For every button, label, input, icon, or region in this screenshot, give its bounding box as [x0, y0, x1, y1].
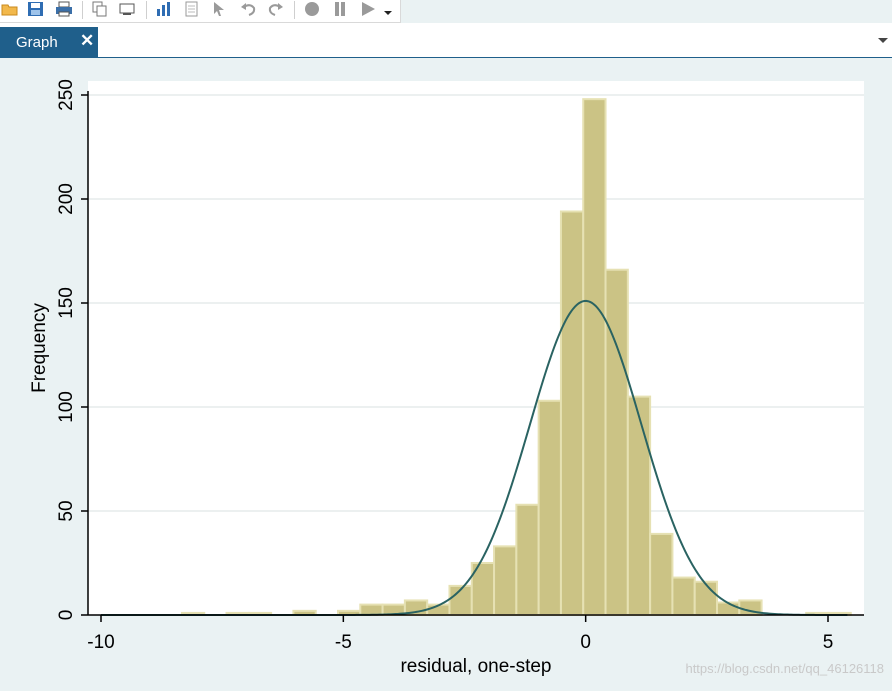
pointer-icon[interactable] [210, 0, 230, 18]
tab-label: Graph [16, 34, 58, 51]
histogram-bar-14 [559, 210, 585, 616]
histogram-bar-15 [582, 98, 607, 617]
y-tick-label-1: 50 [56, 500, 77, 521]
histogram-bar-20 [693, 580, 719, 616]
y-axis-title: Frequency [29, 303, 50, 393]
histogram-bar-12 [515, 503, 540, 617]
histogram-bar-17 [626, 395, 652, 616]
save-icon[interactable] [26, 0, 46, 18]
graph-editor-icon[interactable] [154, 0, 174, 18]
pause-icon[interactable] [330, 0, 350, 18]
print-icon[interactable] [54, 0, 74, 18]
histogram-bar-19 [671, 576, 696, 616]
y-tick-label-0: 0 [56, 610, 77, 621]
y-tick-label-3: 150 [56, 287, 77, 319]
graph-area: 0 50 100 150 200 250 -10 -5 0 5 residual, one-step… [0, 58, 892, 686]
x-axis-title: residual, one-step [400, 656, 551, 677]
open-icon[interactable] [0, 0, 20, 18]
histogram-bar-21 [716, 601, 741, 617]
plot-area [88, 81, 864, 615]
histogram-bar-11 [493, 545, 518, 616]
toolbar [0, 0, 401, 23]
redo-icon[interactable] [266, 0, 286, 18]
y-tick-label-4: 200 [56, 183, 77, 215]
record-icon[interactable] [302, 0, 322, 18]
x-tick-label-2: 0 [580, 632, 591, 653]
dropdown-icon[interactable] [380, 0, 396, 18]
chevron-down-icon[interactable] [876, 33, 890, 47]
x-tick-label-1: -5 [335, 632, 352, 653]
tab-graph[interactable]: Graph ✕ [0, 27, 98, 57]
graph-window-icon[interactable] [118, 0, 138, 18]
histogram-bar-16 [604, 268, 629, 616]
copy-icon[interactable] [90, 0, 110, 18]
histogram-bar-5 [359, 603, 384, 616]
undo-icon[interactable] [238, 0, 258, 18]
y-tick-label-2: 100 [56, 391, 77, 423]
close-icon[interactable]: ✕ [80, 31, 94, 51]
x-tick-label-0: -10 [87, 632, 114, 653]
tab-bar: Graph ✕ [0, 23, 892, 58]
data-editor-icon[interactable] [182, 0, 202, 18]
histogram-bar-13 [537, 399, 562, 617]
watermark: https://blog.csdn.net/qq_46126118 [685, 661, 884, 676]
x-tick-label-3: 5 [823, 632, 834, 653]
y-tick-label-5: 250 [56, 79, 77, 111]
histogram-bar-18 [649, 532, 674, 617]
play-icon[interactable] [358, 0, 378, 18]
histogram-chart: 0 50 100 150 200 250 -10 -5 0 5 residual, one-step… [29, 79, 864, 677]
